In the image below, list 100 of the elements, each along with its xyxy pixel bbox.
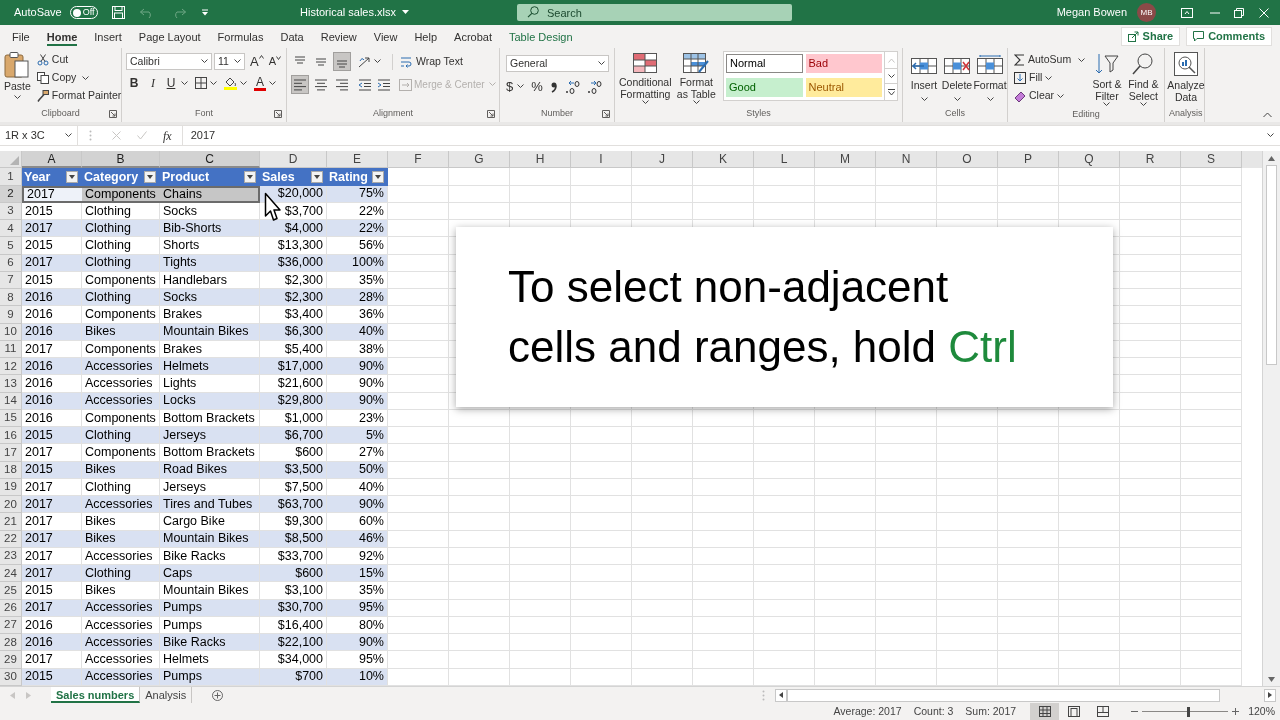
empty-cell[interactable] (876, 202, 937, 220)
ribbon-tab[interactable]: Data (280, 27, 304, 46)
empty-cell[interactable] (693, 616, 754, 634)
column-header[interactable]: D (260, 151, 327, 169)
empty-cell[interactable] (571, 565, 632, 583)
empty-cell[interactable] (1120, 599, 1181, 617)
column-header[interactable]: L (754, 151, 815, 169)
dialog-launcher-icon[interactable] (274, 110, 282, 118)
empty-cell[interactable] (1059, 513, 1120, 531)
add-sheet-button[interactable] (212, 689, 224, 701)
cells-button[interactable]: Insert (909, 51, 939, 106)
empty-cell[interactable] (1181, 444, 1242, 462)
empty-cell[interactable] (754, 168, 815, 186)
empty-cell[interactable] (510, 409, 571, 427)
empty-cell[interactable] (1181, 237, 1242, 255)
empty-cell[interactable] (510, 461, 571, 479)
empty-cell[interactable] (632, 530, 693, 548)
table-header[interactable]: Category (82, 168, 160, 186)
empty-cell[interactable] (1181, 599, 1242, 617)
font-size-dropdown[interactable]: 11 (214, 53, 245, 70)
empty-cell[interactable] (937, 409, 998, 427)
sheet-tab[interactable]: Sales numbers (51, 687, 141, 703)
empty-cell[interactable] (510, 185, 571, 203)
empty-cell[interactable] (632, 202, 693, 220)
format-as-table-button[interactable]: Format as Table (675, 51, 717, 106)
empty-cell[interactable] (937, 651, 998, 669)
empty-cell[interactable] (998, 444, 1059, 462)
row-header[interactable]: 1 (0, 168, 22, 186)
empty-cell[interactable] (1181, 478, 1242, 496)
row-header[interactable]: 12 (0, 358, 22, 376)
collapse-ribbon-button[interactable] (1263, 112, 1272, 118)
empty-cell[interactable] (754, 409, 815, 427)
empty-cell[interactable] (632, 496, 693, 514)
empty-cell[interactable] (693, 444, 754, 462)
empty-cell[interactable] (998, 582, 1059, 600)
empty-cell[interactable] (937, 496, 998, 514)
empty-cell[interactable] (937, 185, 998, 203)
empty-cell[interactable] (815, 427, 876, 445)
empty-cell[interactable] (815, 478, 876, 496)
empty-cell[interactable] (1059, 634, 1120, 652)
empty-cell[interactable] (1181, 461, 1242, 479)
empty-cell[interactable] (1181, 582, 1242, 600)
empty-cell[interactable] (449, 409, 510, 427)
empty-cell[interactable] (449, 427, 510, 445)
gallery-down-button[interactable] (885, 68, 897, 84)
empty-cell[interactable] (632, 168, 693, 186)
empty-cell[interactable] (449, 599, 510, 617)
cells-button[interactable]: Format (975, 51, 1005, 106)
empty-cell[interactable] (1059, 651, 1120, 669)
empty-cell[interactable] (815, 168, 876, 186)
empty-cell[interactable] (998, 409, 1059, 427)
empty-cell[interactable] (632, 478, 693, 496)
save-icon[interactable] (111, 6, 125, 19)
view-button[interactable] (1030, 703, 1060, 720)
empty-cell[interactable] (815, 565, 876, 583)
empty-cell[interactable] (937, 582, 998, 600)
empty-cell[interactable] (1059, 582, 1120, 600)
column-header[interactable]: S (1181, 151, 1242, 169)
underline-button[interactable]: U (164, 74, 178, 92)
empty-cell[interactable] (815, 651, 876, 669)
shrink-font-button[interactable]: A (268, 56, 281, 67)
empty-cell[interactable] (1120, 375, 1181, 393)
empty-cell[interactable] (510, 547, 571, 565)
empty-cell[interactable] (510, 168, 571, 186)
number-format-dropdown[interactable]: General (506, 55, 609, 72)
dialog-launcher-icon[interactable] (487, 110, 495, 118)
empty-cell[interactable] (510, 202, 571, 220)
column-header[interactable]: G (449, 151, 510, 169)
slider-thumb[interactable] (1186, 706, 1190, 717)
empty-cell[interactable] (632, 651, 693, 669)
empty-cell[interactable] (1059, 530, 1120, 548)
empty-cell[interactable] (1120, 185, 1181, 203)
empty-cell[interactable] (510, 599, 571, 617)
empty-cell[interactable] (449, 496, 510, 514)
empty-cell[interactable] (449, 547, 510, 565)
empty-cell[interactable] (1181, 427, 1242, 445)
cell-style[interactable]: Bad (805, 54, 882, 73)
font-color-button[interactable]: A (254, 75, 276, 91)
empty-cell[interactable] (1181, 547, 1242, 565)
search-field[interactable]: Search (516, 4, 792, 21)
empty-cell[interactable] (1059, 547, 1120, 565)
empty-cell[interactable] (1059, 616, 1120, 634)
empty-cell[interactable] (937, 202, 998, 220)
empty-cell[interactable] (571, 478, 632, 496)
column-header[interactable]: R (1120, 151, 1181, 169)
column-header[interactable]: A (22, 151, 82, 169)
empty-cell[interactable] (1059, 478, 1120, 496)
share-button[interactable]: Share (1120, 27, 1181, 46)
column-header[interactable]: F (388, 151, 449, 169)
empty-cell[interactable] (1181, 271, 1242, 289)
zoom-slider[interactable] (1142, 706, 1229, 717)
empty-cell[interactable] (571, 168, 632, 186)
empty-cell[interactable] (449, 530, 510, 548)
empty-cell[interactable] (1181, 254, 1242, 272)
empty-cell[interactable] (693, 496, 754, 514)
empty-cell[interactable] (449, 168, 510, 186)
empty-cell[interactable] (632, 461, 693, 479)
empty-cell[interactable] (815, 513, 876, 531)
empty-cell[interactable] (449, 634, 510, 652)
table-header[interactable]: Year (22, 168, 82, 186)
